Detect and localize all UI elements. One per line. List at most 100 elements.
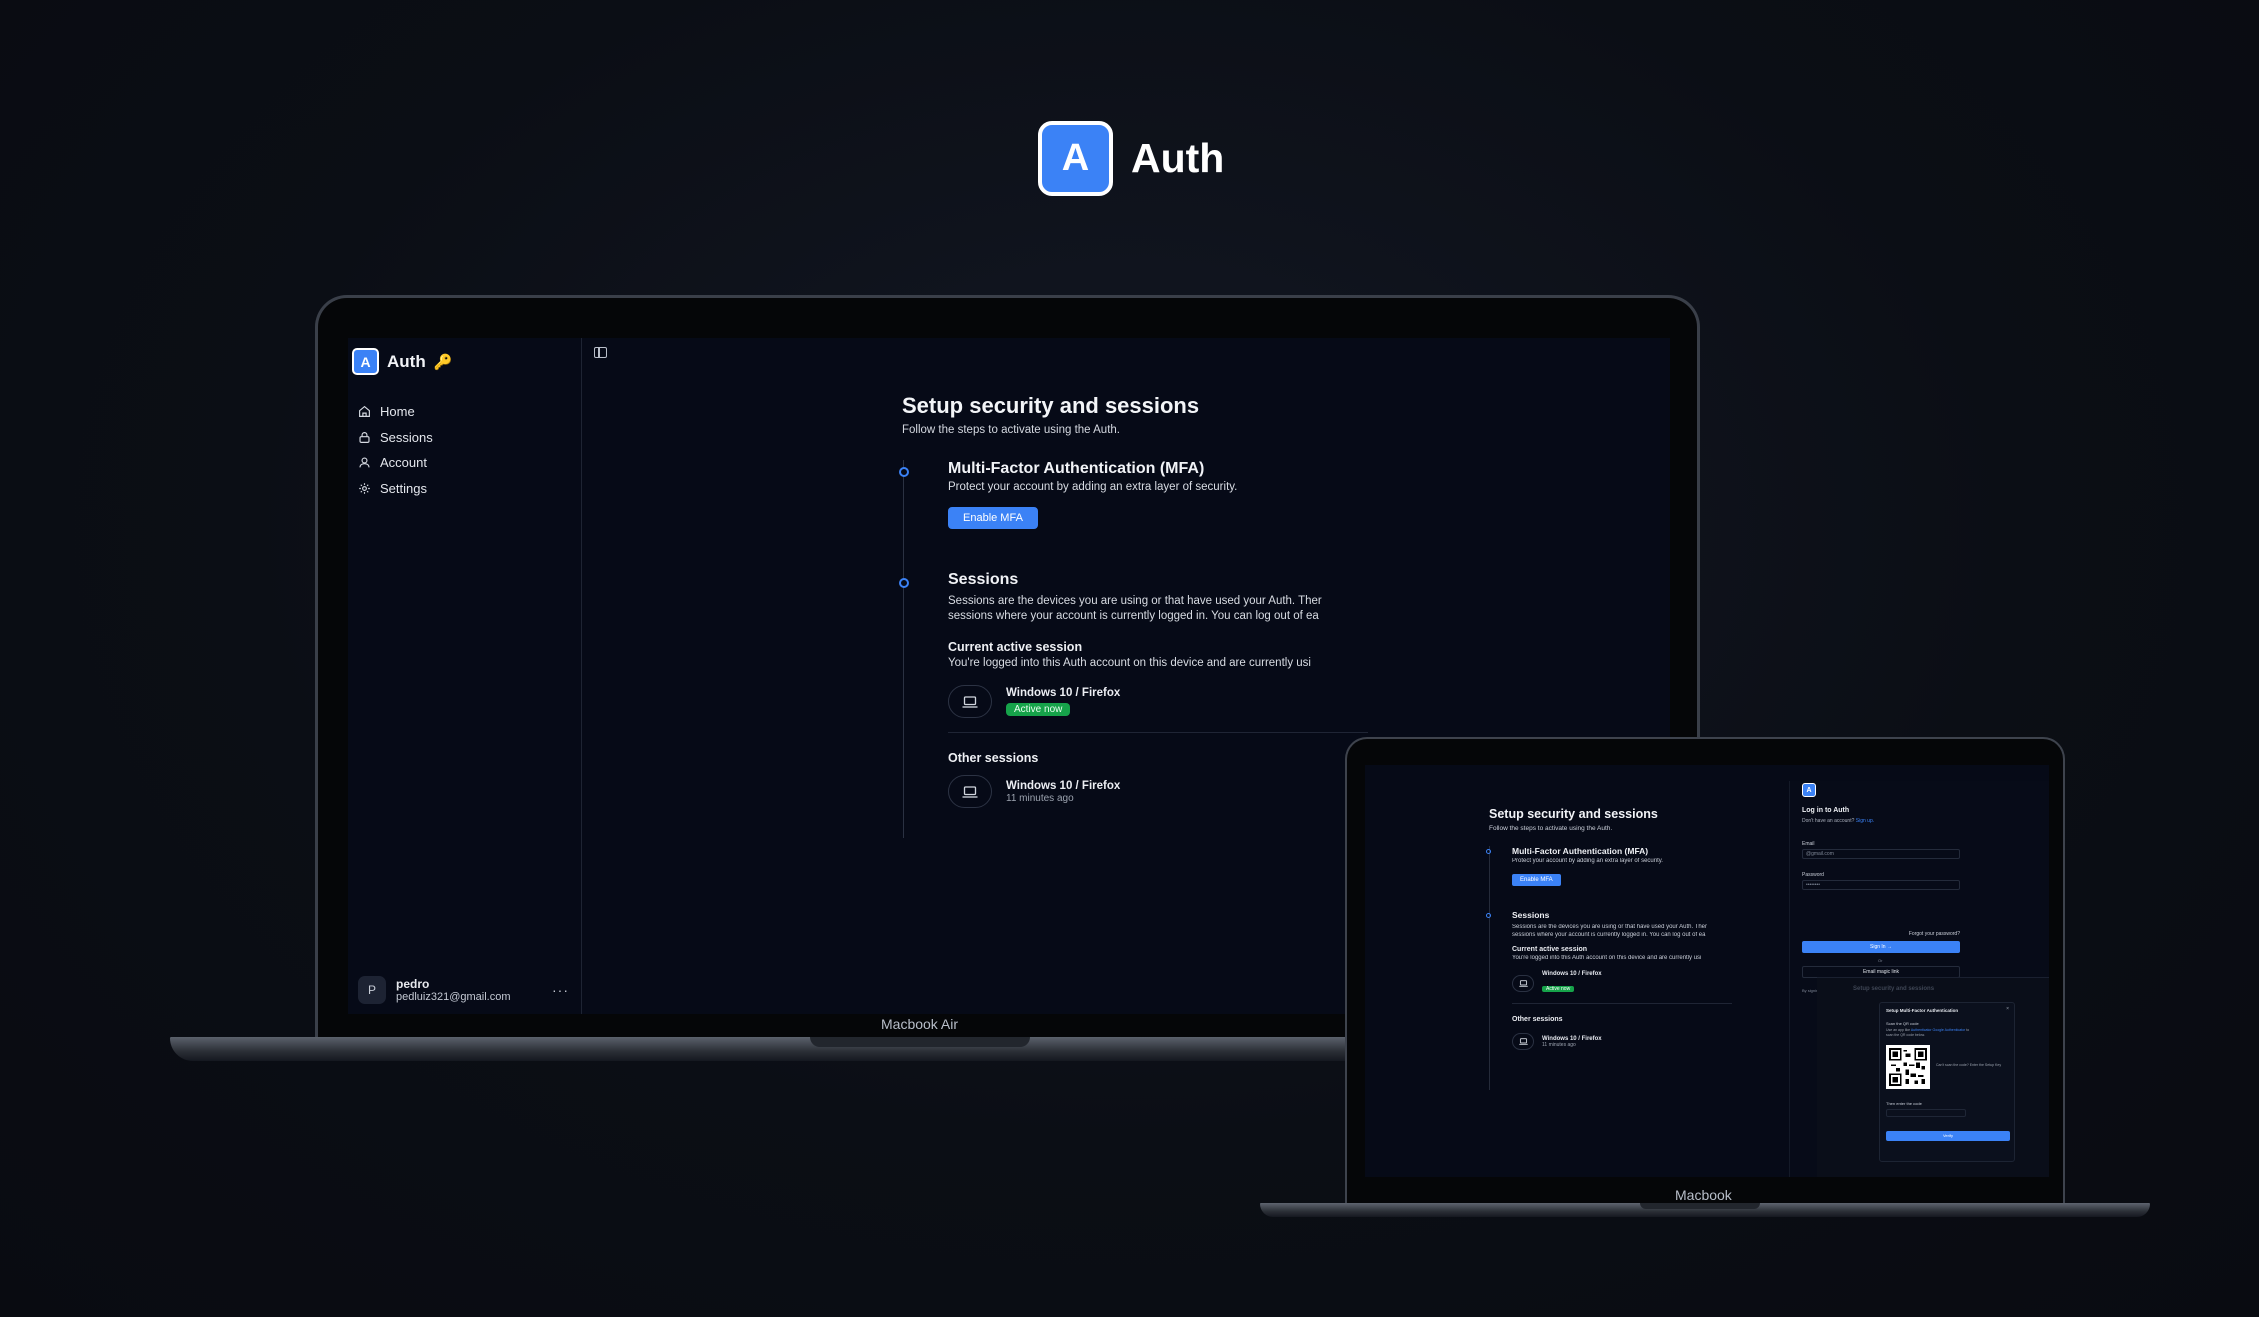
sidebar-item-home[interactable]: Home bbox=[358, 399, 581, 425]
user-icon bbox=[359, 457, 370, 468]
qr-code-image bbox=[1886, 1045, 1930, 1089]
sessions-step: Sessions Sessions are the devices you ar… bbox=[1486, 910, 1779, 1050]
page-subtitle: Follow the steps to activate using the A… bbox=[902, 424, 1120, 436]
status-badge: Active now bbox=[1006, 702, 1071, 716]
device-name: Windows 10 / Firefox bbox=[1542, 971, 1602, 977]
device-label: Macbook bbox=[1675, 1187, 1732, 1203]
modal-instructions: Use an app like Authenticator Google Aut… bbox=[1886, 1028, 1976, 1038]
current-session-description: You're logged into this Auth account on … bbox=[948, 657, 1311, 669]
device-info: Windows 10 / Firefox Active now bbox=[1542, 971, 1602, 995]
mfa-setup-modal: Setup Multi-Factor Authentication × Scan… bbox=[1879, 1002, 2015, 1162]
sidebar-item-settings[interactable]: Settings bbox=[358, 476, 581, 502]
device-label: Macbook Air bbox=[881, 1016, 959, 1032]
enable-mfa-button[interactable]: Enable MFA bbox=[1512, 874, 1561, 886]
sidebar-item-label: Home bbox=[380, 404, 415, 420]
gear-icon bbox=[359, 482, 370, 494]
device-info: Windows 10 / Firefox 11 minutes ago bbox=[1542, 1036, 1602, 1048]
user-name: pedro bbox=[396, 977, 430, 991]
timeline-line bbox=[1489, 846, 1490, 1090]
sidebar-toggle-icon[interactable] bbox=[594, 347, 607, 358]
other-sessions-heading: Other sessions bbox=[1512, 1016, 1563, 1023]
sidebar-item-label: Sessions bbox=[380, 429, 433, 445]
sessions-title: Sessions bbox=[948, 571, 1019, 588]
sign-in-button[interactable]: Sign In → bbox=[1802, 941, 1960, 953]
setup-timeline: Multi-Factor Authentication (MFA) Protec… bbox=[1486, 846, 1779, 1090]
current-session-heading: Current active session bbox=[1512, 946, 1588, 953]
mfa-step: Multi-Factor Authentication (MFA) Protec… bbox=[899, 460, 1602, 529]
no-account-text: Don't have an account? bbox=[1802, 818, 1855, 824]
avatar: P bbox=[358, 976, 386, 1004]
overlay-page-title: Setup security and sessions bbox=[1853, 986, 1935, 992]
sign-up-link[interactable]: Sign up. bbox=[1856, 818, 1874, 824]
laptop-lid: Setup security and sessions Follow the s… bbox=[1345, 737, 2065, 1207]
mfa-step: Multi-Factor Authentication (MFA) Protec… bbox=[1486, 846, 1779, 886]
brand-logo: A bbox=[1038, 121, 1113, 196]
session-time: 11 minutes ago bbox=[1006, 792, 1074, 804]
user-email: pedluiz321@gmail.com bbox=[396, 991, 511, 1003]
device-info: Windows 10 / Firefox Active now bbox=[1006, 687, 1120, 717]
step-dot bbox=[1486, 849, 1491, 854]
step-dot bbox=[899, 467, 909, 477]
device-name: Windows 10 / Firefox bbox=[1006, 686, 1121, 699]
current-session-row[interactable]: Windows 10 / Firefox Active now bbox=[1512, 971, 1779, 995]
timeline-line bbox=[903, 460, 904, 838]
mfa-title: Multi-Factor Authentication (MFA) bbox=[948, 460, 1205, 477]
mfa-description: Protect your account by adding an extra … bbox=[1512, 858, 1663, 864]
code-input[interactable] bbox=[1886, 1109, 1966, 1117]
sidebar: A Auth 🔑 Home Sessions Account Settings … bbox=[348, 338, 582, 1014]
macbook-mockup: Setup security and sessions Follow the s… bbox=[1260, 737, 2150, 1217]
step-dot bbox=[899, 578, 909, 588]
authenticator-link[interactable]: Authenticator bbox=[1911, 1028, 1932, 1032]
password-field[interactable]: •••••••• bbox=[1802, 880, 1960, 890]
setup-key-hint[interactable]: Can't scan the code? Enter the Setup Key bbox=[1936, 1063, 2006, 1068]
sidebar-nav: Home Sessions Account Settings bbox=[348, 399, 581, 501]
laptop-icon bbox=[948, 685, 992, 718]
mfa-title: Multi-Factor Authentication (MFA) bbox=[1512, 846, 1649, 856]
more-options-icon[interactable]: ··· bbox=[552, 982, 569, 998]
brand-header: A Auth bbox=[1038, 121, 1224, 196]
or-divider: Or bbox=[1878, 958, 1883, 963]
sidebar-item-label: Settings bbox=[380, 480, 427, 496]
enable-mfa-button[interactable]: Enable MFA bbox=[948, 507, 1038, 529]
device-name: Windows 10 / Firefox bbox=[1006, 779, 1121, 792]
sessions-description-line1: Sessions are the devices you are using o… bbox=[948, 595, 1322, 607]
email-label: Email bbox=[1802, 841, 1815, 847]
app-logo: A bbox=[1802, 783, 1816, 797]
mfa-description: Protect your account by adding an extra … bbox=[948, 481, 1238, 493]
page-title: Setup security and sessions bbox=[902, 393, 1200, 418]
brand-name: Auth bbox=[1131, 135, 1225, 181]
google-authenticator-link[interactable]: Google Authenticator bbox=[1933, 1028, 1966, 1032]
laptop-icon bbox=[948, 775, 992, 808]
sidebar-item-account[interactable]: Account bbox=[358, 450, 581, 476]
lock-icon bbox=[359, 431, 370, 443]
page-title: Setup security and sessions bbox=[1489, 807, 1658, 821]
session-time: 11 minutes ago bbox=[1542, 1041, 1576, 1048]
sidebar-item-sessions[interactable]: Sessions bbox=[358, 425, 581, 451]
user-card[interactable]: P pedro pedluiz321@gmail.com ··· bbox=[358, 976, 569, 1004]
sessions-description-line1: Sessions are the devices you are using o… bbox=[1512, 924, 1708, 930]
forgot-password-link[interactable]: Forgot your password? bbox=[1909, 931, 1960, 937]
laptop-base bbox=[1260, 1203, 2150, 1217]
key-icon: 🔑 bbox=[433, 353, 453, 371]
app-title: Auth bbox=[387, 351, 426, 371]
current-session-row[interactable]: Windows 10 / Firefox Active now bbox=[948, 685, 1602, 718]
modal-step-1: Scan the QR code bbox=[1886, 1021, 1919, 1026]
close-icon[interactable]: × bbox=[2006, 1006, 2009, 1012]
current-session-description: You're logged into this Auth account on … bbox=[1512, 955, 1702, 961]
other-session-row[interactable]: Windows 10 / Firefox 11 minutes ago bbox=[1512, 1033, 1779, 1050]
user-info: pedro pedluiz321@gmail.com bbox=[396, 977, 511, 1003]
status-badge: Active now bbox=[1542, 986, 1575, 992]
sessions-title: Sessions bbox=[1512, 910, 1550, 920]
verify-button[interactable]: Verify bbox=[1886, 1131, 2010, 1141]
code-label: Then enter the code bbox=[1886, 1101, 1922, 1106]
sessions-description-line2: sessions where your account is currently… bbox=[1512, 932, 1706, 938]
device-info: Windows 10 / Firefox 11 minutes ago bbox=[1006, 780, 1120, 804]
setup-page-small: Setup security and sessions Follow the s… bbox=[1486, 807, 1779, 1090]
app-logo[interactable]: A bbox=[352, 348, 379, 375]
laptop-icon bbox=[1512, 1033, 1534, 1050]
device-name: Windows 10 / Firefox bbox=[1542, 1035, 1602, 1042]
mfa-overlay-screen: Setup security and sessions Setup Multi-… bbox=[1817, 977, 2049, 1177]
email-field[interactable]: @gmail.com bbox=[1802, 849, 1960, 859]
divider bbox=[1512, 1003, 1732, 1004]
login-title: Log in to Auth bbox=[1802, 807, 1850, 814]
